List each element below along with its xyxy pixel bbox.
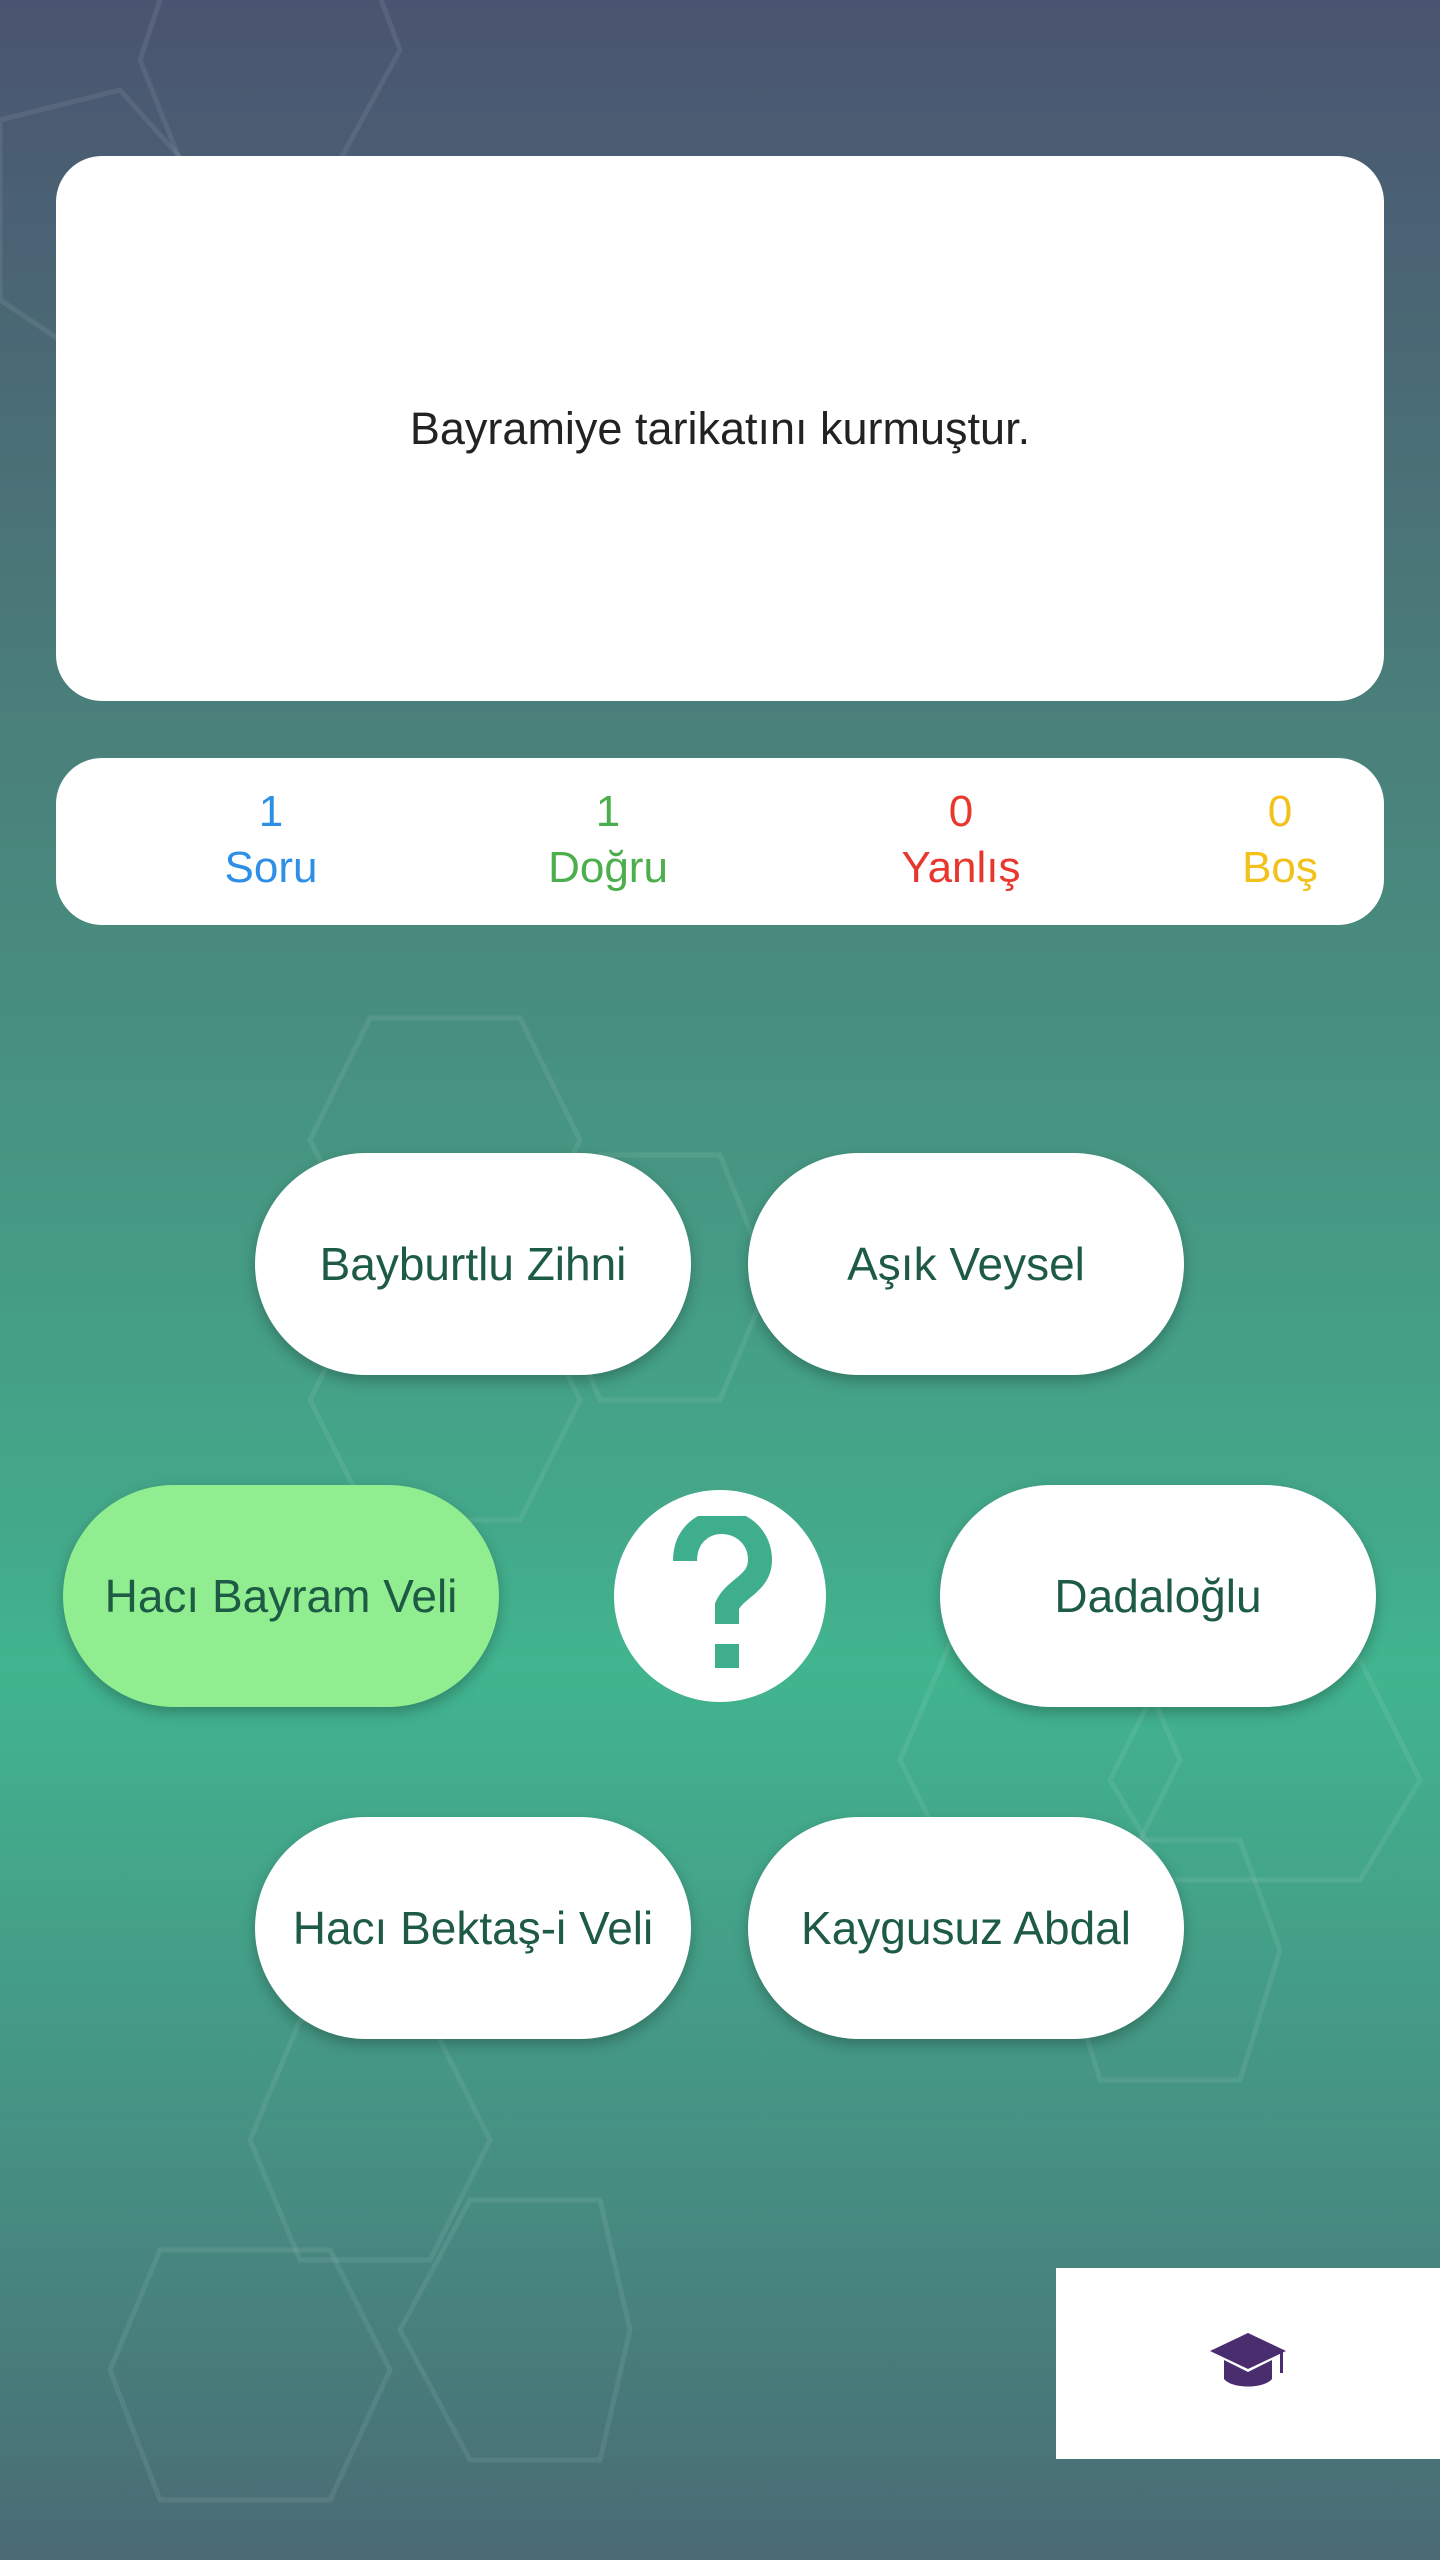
question-text: Bayramiye tarikatını kurmuştur.: [409, 402, 1031, 454]
stat-yanlis-label: Yanlış: [901, 843, 1021, 892]
answer-option-6[interactable]: Kaygusuz Abdal: [748, 1817, 1184, 2039]
stat-bos: 0 Boş: [1180, 784, 1380, 896]
help-button[interactable]: [614, 1490, 826, 1702]
stat-dogru: 1 Doğru: [493, 784, 723, 896]
stat-yanlis: 0 Yanlış: [841, 784, 1081, 896]
stat-soru-label: Soru: [224, 843, 318, 892]
stat-bos-value: 0: [1267, 787, 1293, 836]
question-card: Bayramiye tarikatını kurmuştur.: [56, 156, 1384, 701]
answer-option-6-label: Kaygusuz Abdal: [801, 1902, 1131, 1954]
answer-option-3-label: Hacı Bayram Veli: [104, 1570, 458, 1622]
answer-option-4-label: Dadaloğlu: [1054, 1570, 1262, 1622]
stat-soru-value: 1: [258, 787, 284, 836]
answer-option-1[interactable]: Bayburtlu Zihni: [255, 1153, 691, 1375]
graduation-cap-icon: [1210, 2332, 1286, 2386]
question-mark-icon: [673, 1516, 773, 1668]
answer-option-2-label: Aşık Veysel: [847, 1238, 1085, 1290]
learn-button[interactable]: [1056, 2268, 1440, 2459]
answer-option-5-label: Hacı Bektaş-i Veli: [292, 1902, 654, 1954]
score-panel: 1 Soru 1 Doğru 0 Yanlış 0 Boş: [56, 758, 1384, 925]
stat-dogru-label: Doğru: [548, 843, 668, 892]
stat-bos-label: Boş: [1242, 843, 1318, 892]
answer-option-2[interactable]: Aşık Veysel: [748, 1153, 1184, 1375]
stat-yanlis-value: 0: [948, 787, 974, 836]
stat-dogru-value: 1: [595, 787, 621, 836]
answer-option-1-label: Bayburtlu Zihni: [319, 1238, 627, 1290]
answer-option-3-correct[interactable]: Hacı Bayram Veli: [63, 1485, 499, 1707]
stat-soru: 1 Soru: [171, 784, 371, 896]
answer-option-5[interactable]: Hacı Bektaş-i Veli: [255, 1817, 691, 2039]
answer-option-4[interactable]: Dadaloğlu: [940, 1485, 1376, 1707]
